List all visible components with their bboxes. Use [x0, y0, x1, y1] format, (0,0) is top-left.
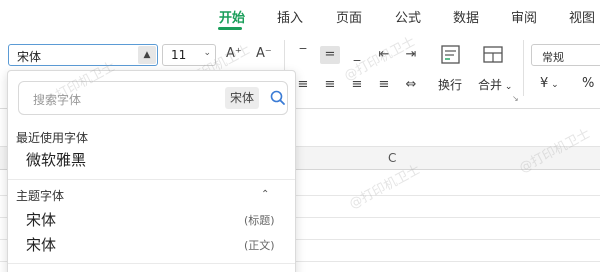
font-option-recent[interactable]: 微软雅黑 [26, 149, 86, 170]
font-option-tag: (标题) [244, 214, 275, 227]
dialog-launcher-icon[interactable]: ↘ [512, 94, 519, 103]
font-size-value: 11 [171, 48, 187, 62]
number-format-value: 常规 [542, 51, 564, 64]
font-dropdown: 搜索字体 宋体 @打印机卫士 最近使用字体 微软雅黑 主题字体 ⌃ 宋体 (标题… [7, 59, 296, 272]
justify-icon[interactable]: ≡ [374, 76, 394, 94]
font-search-chip[interactable]: 宋体 [225, 87, 259, 109]
theme-fonts-heading: 主题字体 [16, 189, 65, 203]
tab-formulas[interactable]: 公式 [395, 7, 421, 26]
grow-font-button[interactable]: A⁺ [226, 46, 242, 61]
percent-format-button[interactable]: % [582, 76, 594, 91]
decrease-indent-icon[interactable]: ⇤ [374, 46, 394, 64]
align-middle-icon[interactable]: = [320, 46, 340, 64]
increase-indent-icon[interactable]: ⇥ [401, 46, 421, 64]
ribbon-separator [523, 40, 524, 96]
font-option-theme-heading[interactable]: 宋体 [26, 209, 56, 230]
app-window: { "tabs": [ {"label": "开始", "active": tr… [0, 0, 600, 272]
font-search-input[interactable]: 搜索字体 宋体 [18, 81, 288, 115]
ribbon-tabs: 开始 插入 页面 公式 数据 审阅 视图 [0, 0, 600, 32]
currency-format-button[interactable]: ¥ ⌄ [540, 76, 559, 91]
divider [8, 179, 295, 180]
divider [8, 263, 295, 264]
tab-page[interactable]: 页面 [336, 7, 362, 26]
wrap-text-icon[interactable] [440, 44, 462, 66]
distribute-icon[interactable]: ⇔ [401, 76, 421, 94]
search-icon[interactable] [269, 89, 287, 107]
merge-cells-icon[interactable] [482, 44, 504, 66]
align-top-icon[interactable]: ‾ [293, 46, 313, 64]
collapse-section-icon[interactable]: ⌃ [261, 189, 269, 200]
shrink-font-button[interactable]: A⁻ [256, 46, 272, 61]
align-center-icon[interactable]: ≡ [320, 76, 340, 94]
recent-fonts-heading: 最近使用字体 [16, 131, 89, 145]
tab-active-underline [218, 27, 242, 30]
chevron-down-icon: ⌄ [502, 82, 513, 92]
font-name-value: 宋体 [17, 50, 42, 64]
align-left-icon[interactable]: ≡ [293, 76, 313, 94]
font-option-tag: (正文) [244, 239, 275, 252]
tab-view[interactable]: 视图 [569, 7, 595, 26]
merge-label[interactable]: 合并 ⌄ [478, 76, 512, 93]
tab-review[interactable]: 审阅 [511, 7, 537, 26]
chevron-up-icon[interactable]: ▲ [138, 46, 156, 64]
tab-home[interactable]: 开始 [219, 7, 245, 26]
font-name-select[interactable]: 宋体 ▲ [8, 44, 158, 66]
chevron-down-icon: ⌄ [548, 80, 559, 90]
number-format-select[interactable]: 常规 [531, 44, 600, 66]
tab-insert[interactable]: 插入 [277, 7, 303, 26]
chevron-down-icon: ⌄ [203, 48, 211, 58]
column-header-c[interactable]: C [388, 151, 396, 165]
tab-data[interactable]: 数据 [453, 7, 479, 26]
font-search-placeholder: 搜索字体 [33, 93, 82, 107]
wrap-text-label[interactable]: 换行 [438, 76, 462, 93]
font-size-select[interactable]: 11 ⌄ [162, 44, 216, 66]
align-right-icon[interactable]: ≡ [347, 76, 367, 94]
font-option-theme-body[interactable]: 宋体 [26, 234, 56, 255]
align-bottom-icon[interactable]: _ [347, 46, 367, 64]
